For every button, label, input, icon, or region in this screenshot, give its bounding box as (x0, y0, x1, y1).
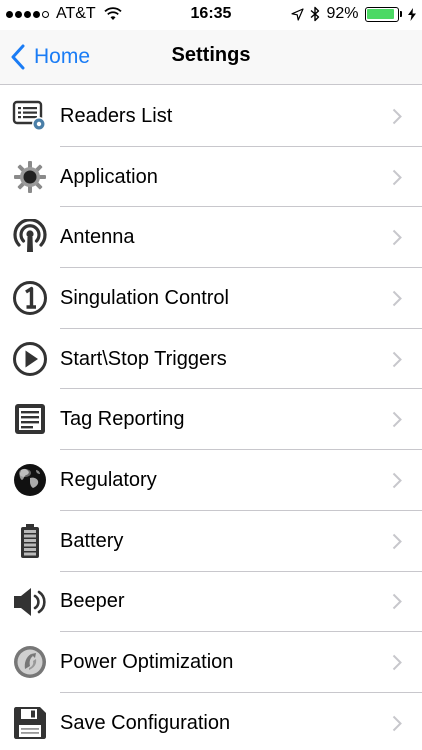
settings-item-beeper[interactable]: Beeper (0, 572, 422, 633)
status-bar: AT&T 16:35 92% (0, 0, 422, 30)
page-title: Settings (171, 44, 251, 66)
settings-item-power-optimization[interactable]: Power Optimization (0, 632, 422, 693)
report-icon (12, 401, 48, 437)
readers-list-icon (12, 98, 48, 134)
settings-item-label: Readers List (60, 104, 173, 127)
chevron-right-icon (392, 108, 402, 125)
settings-item-label: Singulation Control (60, 286, 229, 309)
battery-icon (12, 523, 48, 559)
chevron-right-icon (392, 715, 402, 731)
settings-item-singulation-control[interactable]: Singulation Control (0, 268, 422, 329)
settings-item-label: Power Optimization (60, 651, 234, 674)
settings-item-label: Tag Reporting (60, 408, 185, 431)
settings-item-readers-list[interactable]: Readers List (0, 86, 422, 147)
settings-item-battery[interactable]: Battery (0, 511, 422, 572)
floppy-disk-icon (12, 705, 48, 741)
settings-item-label: Save Configuration (60, 711, 231, 734)
status-right: 92% (291, 5, 416, 23)
location-arrow-icon (291, 7, 305, 21)
settings-item-label: Beeper (60, 590, 125, 613)
chevron-right-icon (392, 290, 402, 307)
settings-item-label: Regulatory (60, 468, 157, 491)
settings-item-label: Start\Stop Triggers (60, 347, 227, 370)
globe-icon (12, 462, 48, 498)
battery-status-icon (364, 6, 402, 22)
settings-item-application[interactable]: Application (0, 147, 422, 208)
power-optimization-icon (12, 644, 48, 680)
settings-item-save-configuration[interactable]: Save Configuration (0, 693, 422, 750)
number-one-icon (12, 280, 48, 316)
chevron-right-icon (392, 351, 402, 367)
chevron-right-icon (392, 654, 402, 671)
settings-item-label: Battery (60, 529, 124, 552)
gear-icon (12, 159, 48, 195)
bluetooth-icon (311, 6, 320, 22)
antenna-icon (12, 219, 48, 255)
speaker-icon (12, 584, 48, 620)
chevron-right-icon (392, 533, 402, 549)
chevron-right-icon (392, 412, 402, 428)
battery-percent: 92% (326, 5, 359, 22)
navigation-bar: Home Settings (0, 30, 422, 85)
chevron-right-icon (392, 169, 402, 185)
settings-item-antenna[interactable]: Antenna (0, 207, 422, 268)
settings-item-regulatory[interactable]: Regulatory (0, 450, 422, 511)
settings-list: Readers List Application Antenna Singula… (0, 86, 422, 750)
play-icon (12, 341, 48, 377)
settings-item-label: Antenna (60, 226, 135, 249)
charging-bolt-icon (408, 7, 416, 21)
settings-item-tag-reporting[interactable]: Tag Reporting (0, 389, 422, 450)
battery-fill (367, 9, 394, 19)
chevron-right-icon (392, 594, 402, 610)
settings-item-start-stop-triggers[interactable]: Start\Stop Triggers (0, 329, 422, 390)
settings-item-label: Application (60, 165, 158, 188)
chevron-right-icon (392, 472, 402, 489)
chevron-right-icon (392, 230, 402, 246)
